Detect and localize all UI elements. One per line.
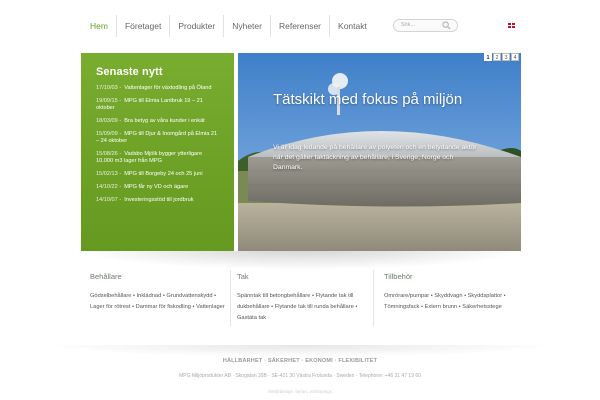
footer-address: MPG Miljöprodukter AB · Skogatan 35B · S… [179,373,421,379]
news-item[interactable]: 19/09/15 - MPG till Elmia Lantbruk 19 – 2… [96,98,234,113]
banner-shadow [70,248,530,270]
nav-item-foretaget[interactable]: Företaget [115,15,169,37]
column-tillbehor: Tillbehör Omrörare/pumpar • Skyddvagn • … [384,272,519,313]
news-panel: Senaste nytt 17/10/03 - Vattenlager för v… [81,53,234,251]
news-item[interactable]: 18/03/09 - Bra betyg av våra kunder i enk… [96,118,234,125]
pager-page-2[interactable]: 2 [493,53,501,61]
pager-page-1[interactable]: 1 [484,53,492,61]
news-item[interactable]: 14/10/07 - Investeringsstöd till jordbruk [96,197,234,204]
uk-flag-icon[interactable] [508,23,515,28]
slider-pager: 1 2 3 4 [484,53,519,61]
nav-item-hem[interactable]: Hem [82,15,116,37]
hero-title: Tätskikt med fokus på miljön [273,91,463,108]
column-links[interactable]: Gödselbehållare • Inklädnad • Grundvatte… [90,291,225,313]
column-divider [230,270,231,326]
column-tak: Tak Spänntak till betongbehållare • Flyt… [237,272,367,324]
pager-page-3[interactable]: 3 [502,53,510,61]
nav-item-nyheter[interactable]: Nyheter [223,15,270,37]
news-item[interactable]: 15/08/26 - Vadsbo Mjölk bygger ytterligar… [96,151,234,166]
news-item[interactable]: 14/10/22 - MPG får ny VD och ägare [96,184,234,191]
footer-credit[interactable]: Webbdesign: byran, Jönköpings [0,389,600,394]
pager-page-4[interactable]: 4 [511,53,519,61]
column-title[interactable]: Tak [237,272,367,281]
column-title[interactable]: Tillbehör [384,272,519,281]
column-behallare: Behållare Gödselbehållare • Inklädnad • … [90,272,225,313]
news-item[interactable]: 17/10/03 - Vattenlager för växtodling på … [96,85,234,92]
nav-item-referenser[interactable]: Referenser [269,15,329,37]
hero-banner[interactable]: Tätskikt med fokus på miljön Vi är idag … [238,53,521,251]
main-nav: Hem Företaget Produkter Nyheter Referens… [82,15,375,37]
column-title[interactable]: Behållare [90,272,225,281]
nav-item-produkter[interactable]: Produkter [169,15,223,37]
footer-tagline: HÅLLBARHET · SÄKERHET · EKONOMI · FLEXIB… [222,358,378,364]
footer-divider [40,345,560,357]
news-item[interactable]: 15/09/09 - MPG till Djur & Inomgård på El… [96,131,234,146]
news-item[interactable]: 15/02/13 - MPG till Borgeby 24 och 25 jun… [96,171,234,178]
column-divider [373,270,374,326]
search-icon[interactable] [440,20,452,31]
nav-item-kontakt[interactable]: Kontakt [329,15,375,37]
column-links[interactable]: Omrörare/pumpar • Skyddvagn • Skyddsplat… [384,291,519,313]
hero-text: Vi är idag ledande på behållare av polye… [273,144,477,171]
column-links[interactable]: Spänntak till betongbehållare • Flytande… [237,291,367,324]
news-title: Senaste nytt [96,66,163,78]
